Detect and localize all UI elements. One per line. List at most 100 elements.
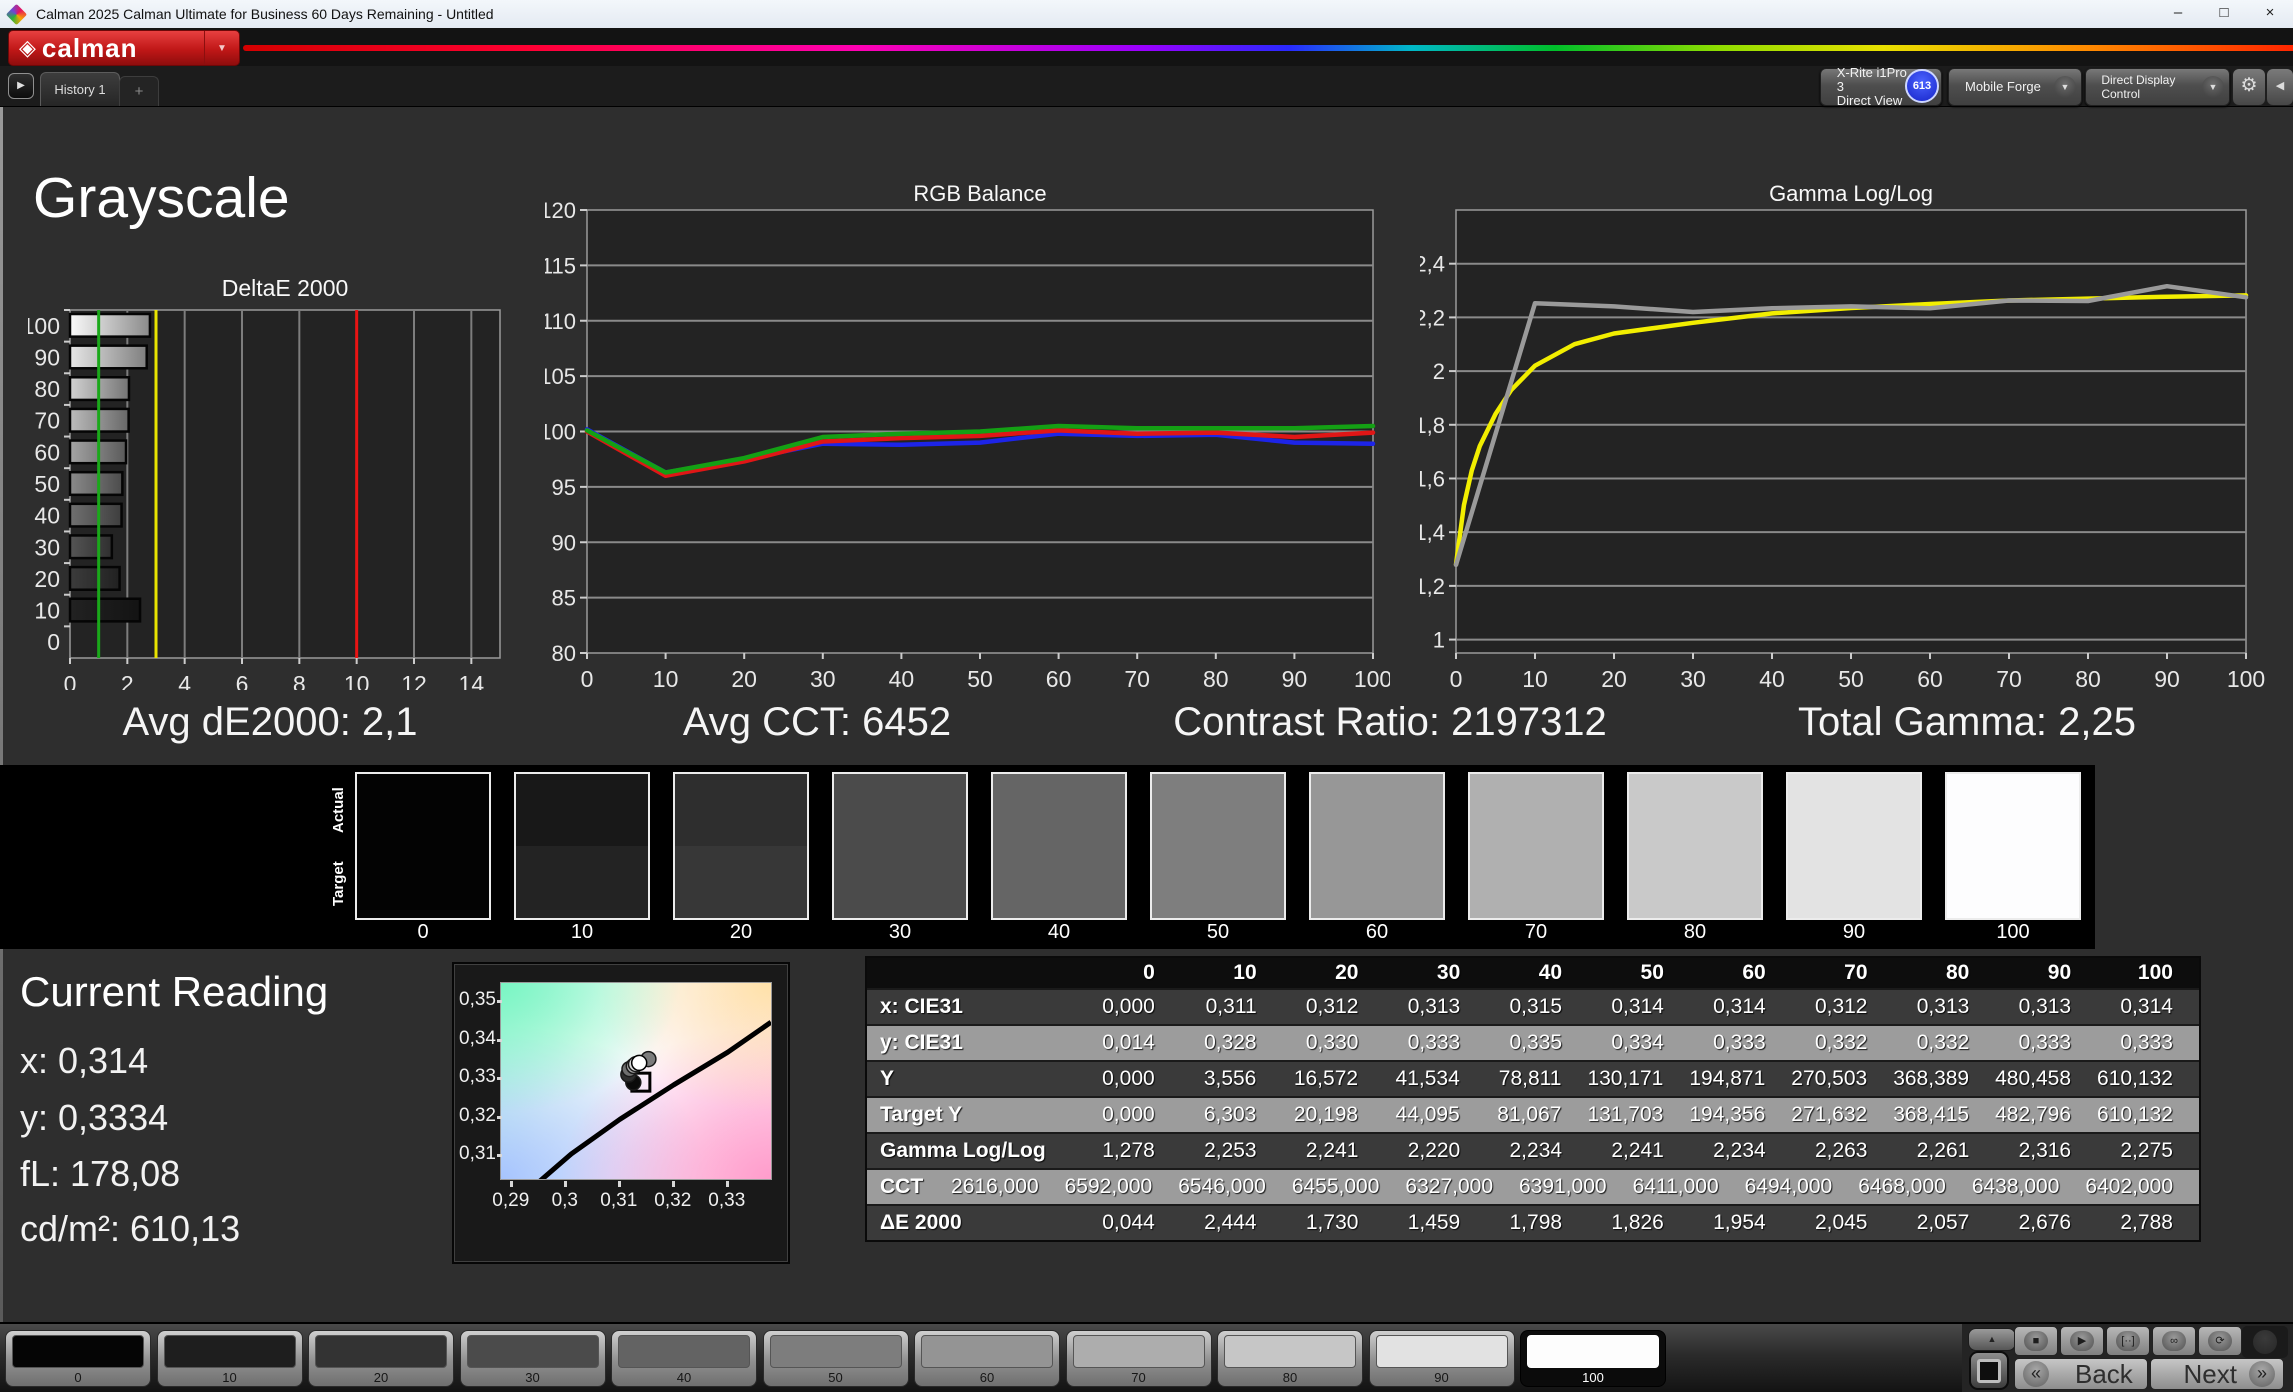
svg-text:120: 120 — [545, 198, 576, 223]
cell-value: 2,275 — [2120, 1139, 2173, 1162]
swatch-target — [1311, 846, 1443, 918]
minimize-button[interactable]: – — [2155, 0, 2201, 28]
row-label: Target Y — [880, 1103, 963, 1126]
reading-x: x: 0,314 — [20, 1040, 149, 1081]
pattern-level-button-80[interactable]: 80 — [1217, 1330, 1363, 1387]
svg-text:60: 60 — [34, 439, 60, 465]
calman-window: Calman 2025 Calman Ultimate for Business… — [0, 0, 2293, 1392]
cell-value: 6438,000 — [1971, 1175, 2060, 1198]
reading-fl: fL: 178,08 — [20, 1153, 181, 1194]
extra-transport-button[interactable] — [2242, 1326, 2288, 1358]
column-header: 100 — [2137, 961, 2173, 984]
calman-menu-button[interactable]: ◈ calman ▼ — [8, 30, 240, 66]
cell-value: 368,415 — [1893, 1103, 1970, 1126]
panel-splitter[interactable] — [0, 107, 3, 1322]
cell-value: 610,132 — [2097, 1067, 2173, 1090]
svg-text:95: 95 — [552, 475, 576, 500]
cell-value: 0,333 — [1407, 1031, 1461, 1054]
cie-chart-panel: 0,31 0,32 0,33 0,34 0,35 0,29 0,3 0,31 0,32 0,33 — [452, 962, 790, 1264]
collapse-panel-button[interactable]: ◀ — [2266, 68, 2293, 106]
stop-measurement-button[interactable] — [1969, 1351, 2009, 1390]
cell-value: 131,703 — [1587, 1103, 1664, 1126]
chevron-left-icon: ◀ — [2275, 80, 2285, 92]
swatch-actual — [1311, 774, 1443, 846]
maximize-button[interactable]: □ — [2201, 0, 2247, 28]
cie-y-tick: 0,32 — [459, 1104, 496, 1126]
column-header: 30 — [1436, 961, 1461, 984]
swatch-actual — [834, 774, 966, 846]
swatch-target — [675, 846, 807, 918]
pattern-level-button-100[interactable]: 100 — [1520, 1330, 1666, 1387]
history-expand-button[interactable]: ▶ — [8, 73, 34, 99]
row-label: y: CIE31 — [880, 1031, 963, 1054]
pattern-level-button-0[interactable]: 0 — [5, 1330, 151, 1387]
pattern-level-button-40[interactable]: 40 — [611, 1330, 757, 1387]
pattern-level-button-30[interactable]: 30 — [459, 1330, 606, 1387]
tick-mark — [725, 1181, 729, 1187]
cell-value: 0,333 — [2018, 1031, 2072, 1054]
source-dropdown[interactable]: Mobile Forge ▼ — [1948, 68, 2082, 106]
gear-icon: ⚙ — [2240, 75, 2258, 96]
titlebar: Calman 2025 Calman Ultimate for Business… — [0, 0, 2293, 28]
pattern-level-button-20[interactable]: 20 — [308, 1330, 454, 1387]
spectrum-bar — [243, 45, 2293, 51]
next-button[interactable]: Next » — [2150, 1358, 2284, 1390]
back-button[interactable]: « Back — [2014, 1358, 2148, 1390]
swatch-level-label: 40 — [1047, 921, 1071, 943]
meter-reading-badge[interactable]: 613 — [1905, 69, 1939, 103]
close-button[interactable]: × — [2247, 0, 2293, 28]
svg-text:80: 80 — [34, 376, 60, 402]
stop-icon — [1977, 1358, 2001, 1383]
level-swatch — [1224, 1335, 1356, 1368]
continuous-button[interactable]: ∞ — [2152, 1326, 2196, 1356]
loop-button[interactable]: ⟳ — [2198, 1326, 2242, 1356]
level-label: 80 — [1282, 1370, 1298, 1385]
svg-text:1,4: 1,4 — [1420, 520, 1445, 545]
swatch-70 — [1468, 772, 1604, 920]
cell-value: 3,556 — [1203, 1067, 1257, 1090]
svg-text:1,6: 1,6 — [1420, 466, 1445, 491]
settings-button[interactable]: ⚙ — [2232, 68, 2266, 106]
cie-y-tick: 0,34 — [459, 1027, 496, 1049]
level-label: 10 — [222, 1370, 237, 1385]
transport-controls: ▲ ■ ▶ [··] ∞ ⟳ « Back Next » — [1962, 1324, 2293, 1392]
svg-text:1,8: 1,8 — [1420, 413, 1445, 438]
cell-value: 2,261 — [1916, 1139, 1970, 1162]
display-control-dropdown[interactable]: Direct Display Control ▼ — [2085, 68, 2230, 106]
calman-diamond-icon: ◈ — [19, 35, 36, 60]
window-title: Calman 2025 Calman Ultimate for Business… — [36, 6, 494, 22]
strip-label-target: Target — [330, 861, 347, 907]
column-header: 10 — [1233, 961, 1257, 984]
pattern-level-button-60[interactable]: 60 — [914, 1330, 1060, 1387]
cell-value: 44,095 — [1395, 1103, 1460, 1126]
cell-value: 194,871 — [1689, 1067, 1766, 1090]
pattern-level-button-50[interactable]: 50 — [762, 1330, 909, 1387]
series-button[interactable]: [··] — [2106, 1326, 2150, 1356]
next-label: Next — [2183, 1358, 2237, 1389]
avg-de2000-stat: Avg dE2000: 2,1 — [122, 700, 418, 744]
table-row: Target Y 0,000 6,303 20,198 44,095 81,067 131,… — [867, 1096, 2199, 1132]
svg-text:80: 80 — [552, 641, 576, 666]
pattern-level-button-90[interactable]: 90 — [1368, 1330, 1515, 1387]
row-label: CCT — [880, 1175, 924, 1198]
table-row: ΔE 2000 0,044 2,444 1,730 1,459 1,798 1,826 1,9… — [867, 1204, 2199, 1240]
pattern-level-button-10[interactable]: 10 — [156, 1330, 303, 1387]
expand-up-button[interactable]: ▲ — [1968, 1328, 2016, 1351]
svg-text:2,4: 2,4 — [1420, 252, 1445, 277]
stop-button[interactable]: ■ — [2014, 1326, 2058, 1356]
swatch-60 — [1309, 772, 1445, 920]
svg-text:40: 40 — [889, 666, 915, 688]
pattern-level-button-70[interactable]: 70 — [1065, 1330, 1212, 1387]
svg-text:60: 60 — [1046, 666, 1072, 688]
svg-text:85: 85 — [552, 586, 576, 611]
swatch-level-label: 100 — [1996, 921, 2030, 943]
tab-bar: ▶ History 1 + X-Rite i1Pro 3 Direct View … — [0, 66, 2293, 108]
level-swatch — [921, 1335, 1053, 1368]
add-tab-button[interactable]: + — [119, 76, 159, 106]
tab-history-1[interactable]: History 1 — [40, 72, 120, 106]
deltae-2000-chart: DeltaE 2000 0 2 4 6 8 10 12 14 100 90 80 70 60 50 40 30 2… — [22, 270, 516, 697]
cell-value: 6327,000 — [1405, 1175, 1493, 1198]
play-button[interactable]: ▶ — [2060, 1326, 2104, 1356]
swatch-level-label: 90 — [1842, 921, 1866, 943]
svg-text:100: 100 — [2227, 666, 2265, 688]
